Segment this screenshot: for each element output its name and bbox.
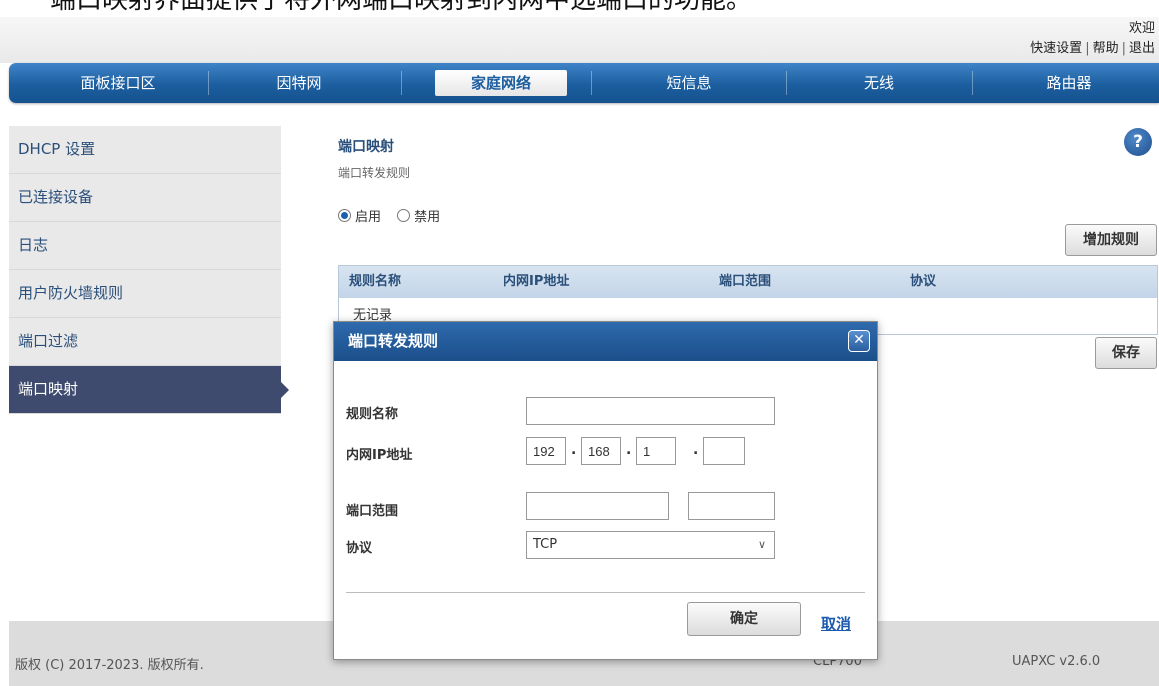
port-start-input[interactable] (526, 492, 669, 520)
nav-dashboard[interactable]: 面板接口区 (33, 63, 203, 103)
protocol-select[interactable]: TCP ∨ (526, 531, 775, 559)
nav-router[interactable]: 路由器 (1009, 63, 1129, 103)
sidebar-item-log[interactable]: 日志 (9, 222, 281, 270)
ip-octet-1-input[interactable] (526, 437, 566, 465)
col-port-range: 端口范围 (719, 274, 772, 289)
top-bar: 欢迎 快速设置 | 帮助 | 退出 (0, 17, 1159, 63)
radio-unchecked-icon (397, 209, 411, 222)
section-subtitle: 端口转发规则 (338, 166, 411, 180)
nav-home-network[interactable]: 家庭网络 (435, 70, 567, 96)
page-caption: 端口映射界面提供了将外网端口映射到内网中选端口的功能。 (50, 0, 753, 15)
help-link[interactable]: 帮助 (1093, 41, 1119, 56)
footer-version: UAPXC v2.6.0 (1012, 654, 1101, 669)
ip-octet-3-input[interactable] (636, 437, 676, 465)
main-nav: 面板接口区 因特网 家庭网络 短信息 无线 路由器 (9, 63, 1159, 103)
dialog-divider (346, 592, 865, 593)
sidebar-item-firewall[interactable]: 用户防火墙规则 (9, 270, 281, 318)
welcome-text: 欢迎 (1128, 21, 1155, 36)
enable-radio-group: 启用 禁用 (338, 206, 440, 225)
port-range-label: 端口范围 (346, 504, 399, 519)
save-button[interactable]: 保存 (1095, 337, 1157, 369)
confirm-button[interactable]: 确定 (687, 602, 801, 636)
radio-checked-icon (338, 209, 351, 222)
col-lan-ip: 内网IP地址 (503, 274, 570, 289)
ip-octet-4-input[interactable] (703, 437, 745, 465)
nav-internet[interactable]: 因特网 (264, 63, 334, 103)
table-header: 规则名称 内网IP地址 端口范围 协议 (339, 266, 1157, 298)
sidebar-item-dhcp[interactable]: DHCP 设置 (9, 126, 281, 174)
port-forward-dialog: 端口转发规则 ✕ 规则名称 内网IP地址 . . . 端口范围 协议 TCP ∨… (333, 321, 878, 660)
top-links: 快速设置 | 帮助 | 退出 (1030, 41, 1155, 56)
top-right-area: 欢迎 快速设置 | 帮助 | 退出 (1030, 19, 1155, 59)
col-rule-name: 规则名称 (349, 274, 402, 289)
chevron-down-icon: ∨ (757, 538, 766, 551)
dialog-header: 端口转发规则 ✕ (334, 322, 877, 361)
col-protocol: 协议 (910, 274, 937, 289)
nav-sms[interactable]: 短信息 (629, 63, 749, 103)
protocol-label: 协议 (346, 541, 373, 556)
cancel-link[interactable]: 取消 (821, 613, 851, 634)
nav-wireless[interactable]: 无线 (819, 63, 939, 103)
dialog-title: 端口转发规则 (348, 332, 439, 350)
help-icon[interactable]: ? (1124, 128, 1152, 156)
lan-ip-label: 内网IP地址 (346, 448, 413, 463)
page-title: 端口映射 (338, 139, 394, 155)
port-end-input[interactable] (688, 492, 775, 520)
ip-octet-2-input[interactable] (581, 437, 621, 465)
logout-link[interactable]: 退出 (1129, 41, 1155, 56)
footer-copyright: 版权 (C) 2017-2023. 版权所有. (15, 658, 204, 673)
rule-name-label: 规则名称 (346, 407, 399, 422)
sidebar-item-port-filter[interactable]: 端口过滤 (9, 318, 281, 366)
add-rule-button[interactable]: 增加规则 (1065, 224, 1157, 256)
close-icon[interactable]: ✕ (848, 330, 870, 352)
radio-disable[interactable]: 禁用 (397, 209, 440, 225)
radio-enable[interactable]: 启用 (338, 209, 381, 225)
rule-name-input[interactable] (526, 397, 775, 425)
sidebar-item-connected-devices[interactable]: 已连接设备 (9, 174, 281, 222)
quick-setup-link[interactable]: 快速设置 (1030, 41, 1082, 56)
sidebar: DHCP 设置 已连接设备 日志 用户防火墙规则 端口过滤 端口映射 (9, 126, 289, 414)
sidebar-item-port-mapping[interactable]: 端口映射 (9, 366, 289, 414)
